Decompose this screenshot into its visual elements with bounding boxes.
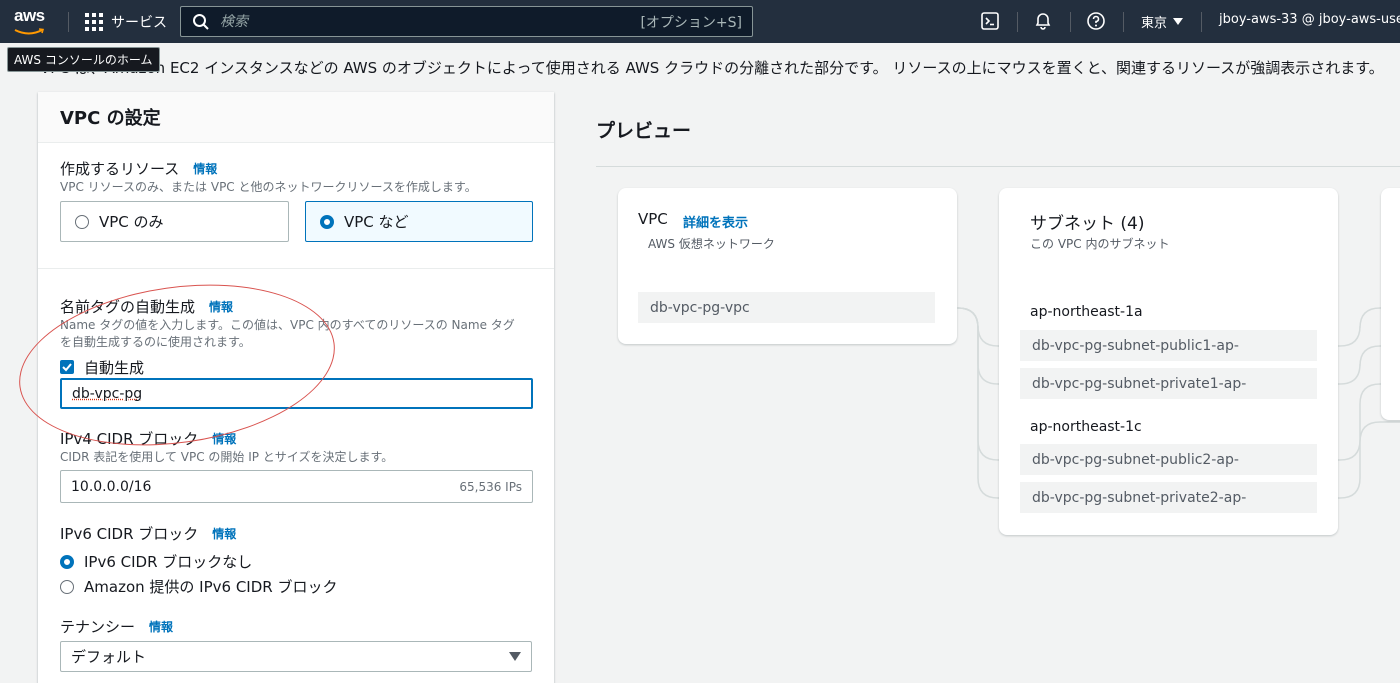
nav-divider — [68, 12, 69, 32]
show-details-link[interactable]: 詳細を表示 — [683, 212, 748, 231]
vpc-item: db-vpc-pg-vpc — [638, 292, 935, 323]
ipv4-info-link[interactable]: 情報 — [212, 430, 236, 447]
aws-logo[interactable]: aws — [14, 8, 54, 36]
search-input[interactable] — [210, 14, 640, 30]
preview-title: プレビュー — [596, 116, 691, 143]
name-tag-heading: 名前タグの自動生成 情報 — [60, 296, 233, 317]
radio-button — [75, 215, 89, 229]
name-tag-description: Name タグの値を入力します。この値は、VPC 内のすべてのリソースの Nam… — [60, 317, 515, 351]
name-tag-info-link[interactable]: 情報 — [209, 298, 233, 315]
name-tag-label: 名前タグの自動生成 — [60, 296, 195, 317]
availability-zone-label: ap-northeast-1c — [1030, 419, 1142, 435]
no-ipv6-option[interactable]: IPv6 CIDR ブロックなし — [60, 551, 252, 572]
cloudshell-icon[interactable] — [980, 11, 1000, 31]
tenancy-info-link[interactable]: 情報 — [149, 618, 173, 635]
option-label: IPv6 CIDR ブロックなし — [84, 551, 252, 572]
ip-count-hint: 65,536 IPs — [459, 480, 522, 494]
ipv6-info-link[interactable]: 情報 — [212, 525, 236, 542]
services-label: サービス — [111, 12, 167, 32]
tenancy-heading: テナンシー 情報 — [60, 616, 173, 637]
ipv4-label: IPv4 CIDR ブロック — [60, 428, 198, 449]
subnets-card-subtitle: この VPC 内のサブネット — [1030, 235, 1169, 252]
subnet-item: db-vpc-pg-subnet-public1-ap- — [1020, 330, 1317, 361]
auto-generate-checkbox[interactable] — [60, 360, 74, 374]
auto-generate-label: 自動生成 — [84, 357, 144, 378]
section-divider — [38, 268, 554, 269]
ipv4-description: CIDR 表記を使用して VPC の開始 IP とサイズを決定します。 — [60, 449, 393, 466]
nav-divider — [1017, 12, 1018, 32]
page-description: VPC は、Amazon EC2 インスタンスなどの AWS のオブジェクトによ… — [40, 57, 1384, 78]
subnet-item: db-vpc-pg-subnet-private1-ap- — [1020, 368, 1317, 399]
resources-heading: 作成するリソース 情報 — [60, 158, 217, 179]
name-tag-input[interactable]: db-vpc-pg — [60, 378, 533, 409]
option-label: Amazon 提供の IPv6 CIDR ブロック — [84, 576, 337, 597]
ipv6-heading: IPv6 CIDR ブロック 情報 — [60, 523, 236, 544]
resources-description: VPC リソースのみ、または VPC と他のネットワークリソースを作成します。 — [60, 179, 477, 196]
description-line: Name タグの値を入力します。この値は、VPC 内のすべてのリソースの Nam… — [60, 317, 515, 334]
ipv4-cidr-value: 10.0.0.0/16 — [71, 479, 151, 495]
caret-down-icon — [1173, 18, 1183, 25]
tenancy-value: デフォルト — [71, 646, 146, 667]
preview-divider — [596, 166, 1400, 167]
amazon-ipv6-option[interactable]: Amazon 提供の IPv6 CIDR ブロック — [60, 576, 337, 597]
vpc-only-option[interactable]: VPC のみ — [60, 201, 289, 242]
panel-title: VPC の設定 — [60, 104, 532, 130]
description-line: を自動生成するのに使用されます。 — [60, 334, 515, 351]
vpc-card-title: VPC — [638, 210, 668, 228]
region-label: 東京 — [1141, 12, 1167, 31]
checkmark-icon — [60, 360, 74, 374]
panel-header: VPC の設定 — [38, 92, 554, 143]
vpc-settings-panel: VPC の設定 作成するリソース 情報 VPC リソースのみ、または VPC と… — [38, 92, 554, 683]
region-selector[interactable]: 東京 — [1141, 12, 1183, 31]
option-label: VPC のみ — [99, 211, 164, 232]
tenancy-select[interactable]: デフォルト — [60, 641, 532, 672]
radio-button — [60, 580, 74, 594]
name-tag-value: db-vpc-pg — [72, 386, 142, 402]
resources-label: 作成するリソース — [60, 158, 179, 179]
tenancy-label: テナンシー — [60, 616, 135, 637]
vpc-card-subtitle: AWS 仮想ネットワーク — [648, 235, 775, 252]
caret-down-icon — [509, 652, 521, 661]
subnet-item: db-vpc-pg-subnet-public2-ap- — [1020, 444, 1317, 475]
subnets-card-title: サブネット (4) — [1030, 209, 1144, 234]
services-grid-icon — [85, 13, 103, 31]
help-icon[interactable] — [1086, 11, 1106, 31]
ipv4-cidr-input[interactable]: 10.0.0.0/16 65,536 IPs — [60, 470, 533, 503]
vpc-preview-card: VPC 詳細を表示 AWS 仮想ネットワーク db-vpc-pg-vpc — [618, 188, 957, 344]
services-menu-button[interactable]: サービス — [85, 12, 167, 32]
search-bar[interactable]: [オプション+S] — [180, 6, 753, 37]
nav-divider — [1070, 12, 1071, 32]
radio-button-selected — [60, 555, 74, 569]
subnet-item: db-vpc-pg-subnet-private2-ap- — [1020, 482, 1317, 513]
account-menu[interactable]: jboy-aws-33 @ jboy-aws-user-3 — [1219, 12, 1400, 27]
availability-zone-label: ap-northeast-1a — [1030, 304, 1143, 320]
aws-logo-text: aws — [14, 8, 54, 24]
resources-info-link[interactable]: 情報 — [193, 160, 217, 177]
radio-button-selected — [320, 215, 334, 229]
search-icon — [192, 13, 210, 31]
search-shortcut-hint: [オプション+S] — [640, 12, 742, 32]
top-navigation: aws サービス [オプション+S] 東京 — [0, 0, 1400, 43]
aws-smile-icon — [14, 28, 44, 36]
nav-divider — [1123, 12, 1124, 32]
option-label: VPC など — [344, 211, 409, 232]
nav-divider — [1201, 12, 1202, 32]
subnets-preview-card: サブネット (4) この VPC 内のサブネット ap-northeast-1a… — [999, 188, 1338, 535]
bell-icon[interactable] — [1033, 11, 1053, 31]
route-tables-preview-card — [1381, 188, 1400, 420]
ipv6-label: IPv6 CIDR ブロック — [60, 523, 198, 544]
ipv4-heading: IPv4 CIDR ブロック 情報 — [60, 428, 236, 449]
console-home-tooltip: AWS コンソールのホーム — [7, 47, 160, 72]
vpc-and-more-option[interactable]: VPC など — [305, 201, 533, 242]
